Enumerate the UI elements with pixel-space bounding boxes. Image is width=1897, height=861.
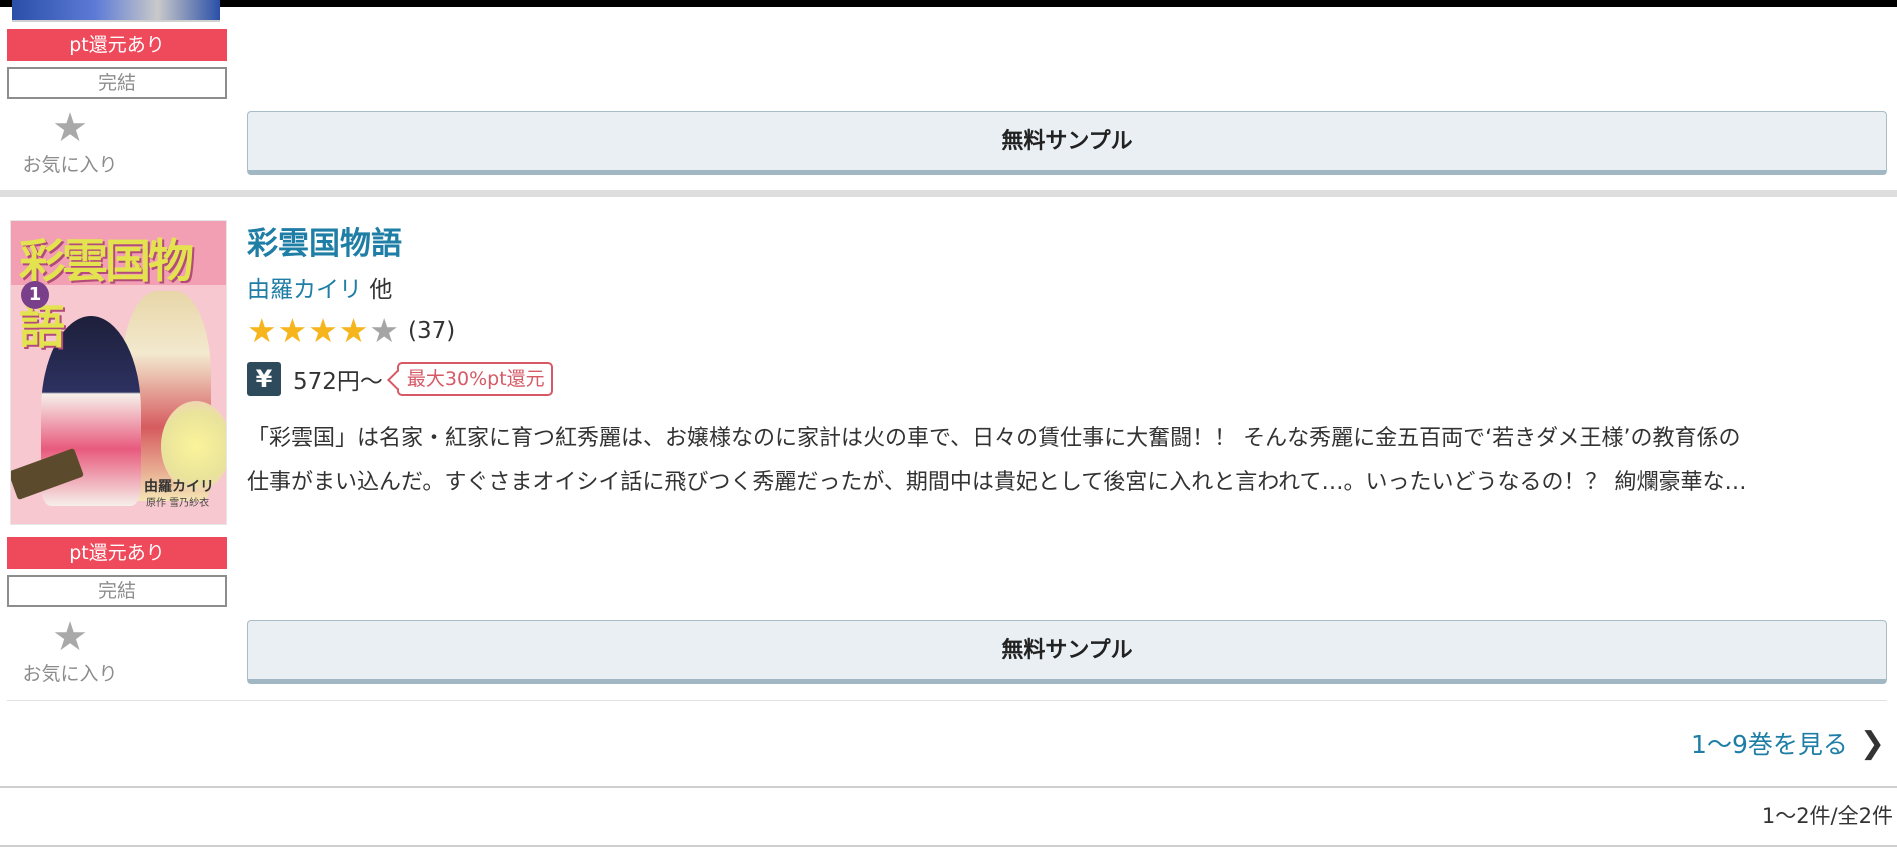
cover-volume: 1 [21,281,49,309]
result-count: 1〜2件/全2件 [1761,804,1893,828]
description-line-1: 「彩雲国」は名家・紅家に育つ紅秀麗は、お嬢様なのに家計は火の車で、日々の賃仕事に… [247,426,1741,451]
star-icon: ★ [308,311,338,350]
star-icon: ★ [369,311,399,350]
book-cover-2[interactable]: 彩雲国物語 1 由羅カイリ 原作 雪乃紗衣 [10,220,227,525]
favorite-button[interactable]: ★ お気に入り [10,108,130,178]
price: 572円〜 [293,369,383,395]
star-icon: ★ [338,311,369,350]
divider [0,786,1897,788]
star-icon: ★ [247,311,277,350]
author-link[interactable]: 由羅カイリ [247,277,362,303]
book-title-link[interactable]: 彩雲国物語 [247,218,402,263]
favorite-button[interactable]: ★ お気に入り [10,617,130,687]
view-volumes-label: 1〜9巻を見る [1691,730,1848,759]
pt-return-badge: pt還元あり [7,29,227,61]
free-sample-button[interactable]: 無料サンプル [247,111,1887,175]
star-icon: ★ [52,105,88,151]
price-row: ¥ 572円〜 最大30%pt還元 [247,361,553,397]
book-item-1: pt還元あり 完結 ★ お気に入り 無料サンプル [0,0,1897,190]
yen-icon: ¥ [247,362,281,396]
author-suffix: 他 [369,277,393,303]
pt-return-tag: 最大30%pt還元 [396,362,553,396]
cover-title: 彩雲国物語 [19,234,194,354]
completed-badge: 完結 [7,575,227,607]
favorite-label: お気に入り [22,663,118,685]
divider [7,700,1887,701]
divider [0,845,1897,847]
cover-credit: 原作 雪乃紗衣 [146,498,210,509]
item-divider [0,190,1897,197]
description-line-2: 仕事がまい込んだ。すぐさまオイシイ話に飛びつく秀麗だったが、期間中は貴妃として後… [247,470,1747,495]
cover-author: 由羅カイリ [144,479,214,495]
book-description: 「彩雲国」は名家・紅家に育つ紅秀麗は、お嬢様なのに家計は火の車で、日々の賃仕事に… [247,417,1887,505]
author-row: 由羅カイリ 他 [247,270,392,304]
view-volumes-link[interactable]: 1〜9巻を見る ❯ [1691,725,1885,761]
star-icon: ★ [52,614,88,660]
book-cover-1[interactable] [12,0,220,22]
rating-count: (37) [407,318,456,344]
star-icon: ★ [277,311,308,350]
chevron-right-icon: ❯ [1859,725,1885,761]
rating: ★★★★★ (37) [247,314,456,347]
pt-return-badge: pt還元あり [7,537,227,569]
rating-stars: ★★★★★ [247,314,400,347]
completed-badge: 完結 [7,67,227,99]
favorite-label: お気に入り [22,154,118,176]
free-sample-button[interactable]: 無料サンプル [247,620,1887,684]
